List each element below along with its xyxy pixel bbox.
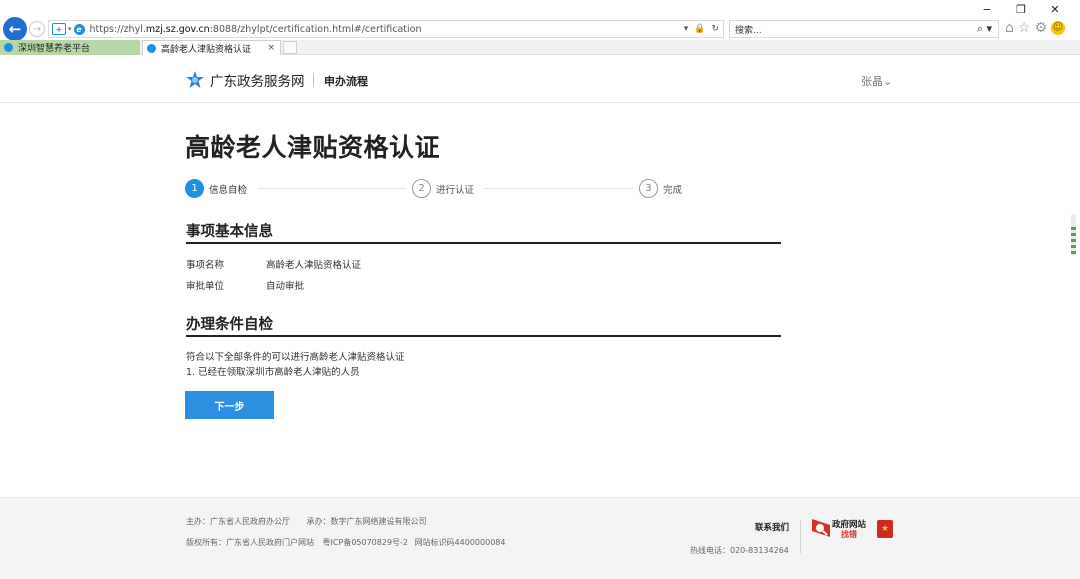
ie-page-icon: e [73,23,85,35]
forward-button[interactable]: → [29,21,45,37]
compat-view-icon[interactable]: + [52,23,66,35]
info-value: 自动审批 [266,281,305,292]
info-key: 事项名称 [186,260,225,271]
address-bar-actions: ▾ 🔒 ↻ [684,21,719,37]
footer-line-2: 版权所有：广东省人民政府门户网站 粤ICP备05070829号-2 网站标识码4… [186,537,519,548]
footer-copyright: 版权所有：广东省人民政府门户网站 [186,538,314,547]
close-tab-icon[interactable]: × [267,43,275,53]
step-connector [258,188,406,189]
footer-organizer: 承办：数字广东网络建设有限公司 [306,517,427,526]
back-button[interactable]: ← [3,17,27,41]
site-footer: 主办：广东省人民政府办公厅 承办：数字广东网络建设有限公司 版权所有：广东省人民… [0,497,1080,579]
logo-text: 广东政务服务网 [210,74,305,90]
forward-arrow-icon: → [32,23,42,35]
site-header: 广东政务服务网 申办流程 张晶⌄ [0,56,1080,103]
smiley-icon[interactable]: ☺ [1051,21,1066,35]
condition-item: 1. 已经在领取深圳市高龄老人津贴的人员 [186,367,360,378]
user-name: 张晶 [861,75,883,88]
tab-label: 高龄老人津贴资格认证 [161,44,252,55]
footer-divider [800,520,801,553]
step-label: 完成 [663,184,683,196]
guangdong-logo-icon [186,71,204,88]
info-row: 审批单位 自动审批 [186,278,304,292]
info-key: 审批单位 [186,281,225,292]
window-controls: − ❐ ✕ [970,2,1072,18]
national-emblem-icon: ★ [877,520,893,538]
step-number: 1 [185,179,204,198]
browser-tool-icons: ⌂ ☆ ⚙ ☺ [1005,20,1066,36]
lock-icon[interactable]: 🔒 [694,24,705,34]
conditions-intro: 符合以下全部条件的可以进行高龄老人津贴资格认证 [186,352,405,363]
next-step-button[interactable]: 下一步 [185,391,274,419]
footer-host: 主办：广东省人民政府办公厅 [186,517,290,526]
url-text[interactable]: https://zhyl.mzj.sz.gov.cn:8088/zhylpt/c… [90,24,422,35]
step-3: 3 完成 [639,179,682,198]
step-2: 2 进行认证 [412,179,474,198]
contact-us-link[interactable]: 联系我们 [755,521,789,533]
ie-page-icon [147,43,156,53]
badge-subtitle: 找错 [841,530,857,539]
star-icon[interactable]: ☆ [1018,20,1031,36]
gear-icon[interactable]: ⚙ [1034,20,1047,36]
info-value: 高龄老人津贴资格认证 [266,260,362,271]
basic-info-title: 事项基本信息 [186,224,273,240]
address-bar[interactable]: + ▾ e https://zhyl.mzj.sz.gov.cn:8088/zh… [48,20,724,38]
chevron-down-icon: ⌄ [883,75,893,88]
back-arrow-icon: ← [8,20,22,38]
search-icon[interactable]: ⌕ ▾ [977,22,992,36]
step-number: 2 [412,179,431,198]
minimize-button[interactable]: − [970,2,1004,18]
step-number: 3 [639,179,658,198]
conditions-title: 办理条件自检 [186,317,273,333]
info-row: 事项名称 高龄老人津贴资格认证 [186,257,361,271]
ie-page-icon [4,43,13,52]
scrollbar[interactable] [1071,214,1076,256]
header-divider [313,74,314,86]
header-section-title: 申办流程 [324,75,368,88]
close-window-button[interactable]: ✕ [1038,2,1072,18]
dropdown-icon[interactable]: ▾ [684,24,689,34]
tab-label: 深圳智慧养老平台 [18,44,91,54]
new-tab-button[interactable] [283,41,297,54]
section-divider [186,242,781,244]
step-label: 信息自检 [209,184,248,196]
step-1: 1 信息自检 [185,179,247,198]
step-connector [484,188,633,189]
site-logo[interactable]: 广东政务服务网 [186,70,305,90]
search-input[interactable]: 搜索... ⌕ ▾ [729,20,999,38]
tab-elderly-allowance-cert[interactable]: 高龄老人津贴资格认证 × [142,40,281,55]
gov-site-error-report-badge[interactable]: 政府网站 找错 [810,517,874,541]
browser-toolbar: ← → + ▾ e https://zhyl.mzj.sz.gov.cn:808… [0,17,1080,41]
chevron-down-icon[interactable]: ▾ [68,25,72,33]
search-placeholder: 搜索... [735,25,762,36]
footer-line-1: 主办：广东省人民政府办公厅 承办：数字广东网络建设有限公司 [186,516,441,527]
magnifier-icon [812,519,830,537]
restore-button[interactable]: ❐ [1004,2,1038,18]
tab-bar: 深圳智慧养老平台 高龄老人津贴资格认证 × [0,40,1080,55]
page-title: 高龄老人津贴资格认证 [185,133,441,162]
footer-icp[interactable]: 粤ICP备05070829号-2 [323,538,408,547]
refresh-icon[interactable]: ↻ [711,24,719,34]
home-icon[interactable]: ⌂ [1005,20,1014,36]
user-menu[interactable]: 张晶⌄ [861,73,892,89]
step-label: 进行认证 [436,184,475,196]
hotline-text: 热线电话：020-83134264 [690,546,789,555]
tab-shenzhen-elderly-platform[interactable]: 深圳智慧养老平台 [0,40,140,55]
section-divider [186,335,781,337]
footer-site-id: 网站标识码4400000084 [414,538,506,547]
